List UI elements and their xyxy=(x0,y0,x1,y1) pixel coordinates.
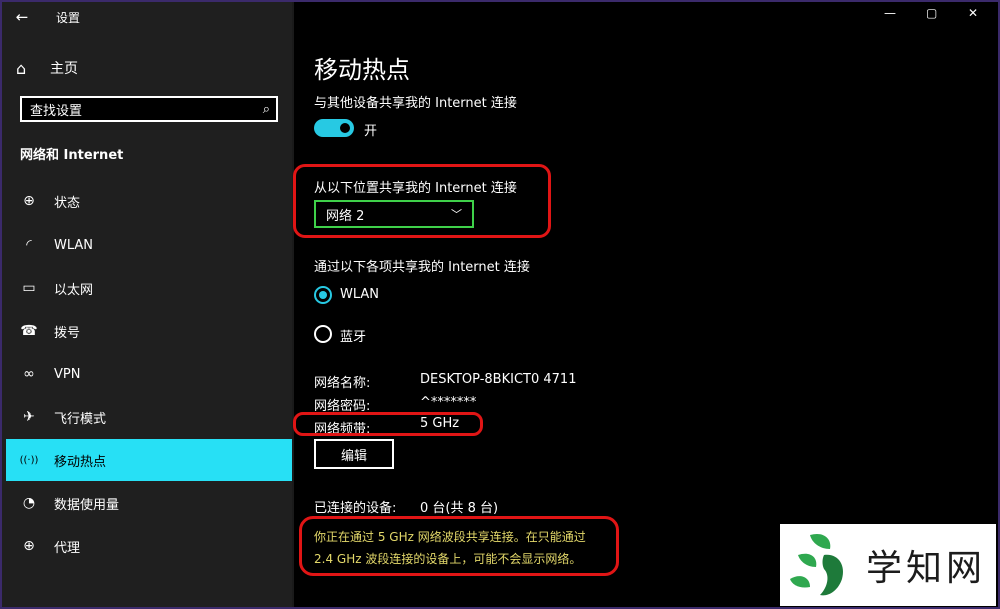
watermark: 学知网 xyxy=(780,524,996,606)
wifi-icon: ◜ xyxy=(26,237,32,253)
radio-bluetooth[interactable] xyxy=(314,325,332,343)
search-placeholder: 查找设置 xyxy=(30,103,83,119)
sidebar-item-dialup[interactable]: ☎ 拨号 xyxy=(6,310,292,352)
airplane-icon: ✈ xyxy=(23,409,35,425)
sidebar-item-hotspot[interactable]: ((·)) 移动热点 xyxy=(6,439,292,481)
app-title: 设置 xyxy=(56,10,81,25)
radio-wlan-label: WLAN xyxy=(340,287,380,302)
pane-divider xyxy=(292,2,294,607)
search-input[interactable]: 查找设置 ⌕ xyxy=(20,96,278,122)
network-name-label: 网络名称: xyxy=(314,376,371,391)
sidebar-item-label: 数据使用量 xyxy=(54,497,120,513)
share-label: 与其他设备共享我的 Internet 连接 xyxy=(314,96,517,111)
sidebar-item-vpn[interactable]: ∞ VPN xyxy=(6,353,292,395)
sidebar-item-ethernet[interactable]: ▭ 以太网 xyxy=(6,267,292,309)
sidebar-item-label: 代理 xyxy=(54,540,81,556)
annotation-ring xyxy=(293,164,551,238)
watermark-text: 学知网 xyxy=(866,548,987,589)
annotation-ring xyxy=(299,516,619,576)
network-password-value: ^******* xyxy=(420,395,477,410)
back-arrow-icon[interactable]: ← xyxy=(2,8,42,26)
sidebar-item-data-usage[interactable]: ◔ 数据使用量 xyxy=(6,482,292,524)
search-icon[interactable]: ⌕ xyxy=(263,102,270,117)
sidebar-item-proxy[interactable]: ⊕ 代理 xyxy=(6,525,292,567)
dialup-icon: ☎ xyxy=(20,323,38,339)
radio-bluetooth-label: 蓝牙 xyxy=(340,330,367,345)
network-name-value: DESKTOP-8BKICT0 4711 xyxy=(420,372,577,387)
home-icon: ⌂ xyxy=(16,58,27,78)
sidebar-item-label: 移动热点 xyxy=(54,454,107,470)
ethernet-icon: ▭ xyxy=(22,280,36,296)
hotspot-toggle[interactable] xyxy=(314,119,354,137)
sidebar-item-label: WLAN xyxy=(54,237,94,253)
devices-value: 0 台(共 8 台) xyxy=(420,501,499,516)
annotation-ring xyxy=(293,412,483,436)
edit-button[interactable]: 编辑 xyxy=(314,439,394,469)
home-label: 主页 xyxy=(50,61,78,77)
devices-label: 已连接的设备: xyxy=(314,501,397,516)
section-title: 网络和 Internet xyxy=(20,148,124,163)
hotspot-icon: ((·)) xyxy=(19,454,39,466)
sidebar-item-label: 状态 xyxy=(54,195,81,211)
page-title: 移动热点 xyxy=(314,56,410,84)
data-usage-icon: ◔ xyxy=(22,495,36,511)
sidebar-item-status[interactable]: ⊕ 状态 xyxy=(6,180,292,222)
title-bar: ← 设置 xyxy=(2,2,292,32)
sidebar-item-label: VPN xyxy=(54,366,81,382)
toggle-knob xyxy=(340,123,350,133)
watermark-logo-icon xyxy=(790,533,844,596)
sidebar: ← 设置 ⌂ 主页 查找设置 ⌕ 网络和 Internet ⊕ 状态 ◜ WLA… xyxy=(2,2,292,607)
radio-wlan[interactable] xyxy=(314,286,332,304)
sidebar-item-label: 拨号 xyxy=(54,325,81,341)
sidebar-item-label: 以太网 xyxy=(54,282,94,298)
vpn-icon: ∞ xyxy=(23,366,35,382)
toggle-state: 开 xyxy=(364,124,378,139)
sidebar-item-wlan[interactable]: ◜ WLAN xyxy=(6,224,292,266)
home-link[interactable]: ⌂ 主页 xyxy=(16,56,78,80)
share-over-label: 通过以下各项共享我的 Internet 连接 xyxy=(314,260,530,275)
sidebar-item-airplane[interactable]: ✈ 飞行模式 xyxy=(6,396,292,438)
proxy-icon: ⊕ xyxy=(23,538,35,554)
sidebar-item-label: 飞行模式 xyxy=(54,411,107,427)
globe-icon: ⊕ xyxy=(23,193,35,209)
